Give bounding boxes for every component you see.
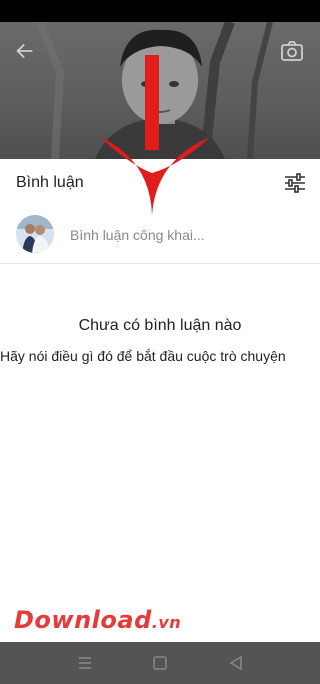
back-arrow-icon[interactable] [14, 40, 36, 62]
user-avatar[interactable] [16, 215, 54, 253]
back-triangle-icon[interactable] [227, 654, 245, 672]
comments-panel: Bình luận Chưa có bình luận nào Hãy nói … [0, 159, 320, 642]
comment-input-row [0, 207, 320, 264]
empty-state-subtitle: Hãy nói điều gì đó để bắt đầu cuộc trò c… [0, 348, 286, 364]
watermark-logo: Download.vn [14, 606, 181, 634]
status-bar [0, 0, 320, 22]
menu-icon[interactable] [76, 654, 94, 672]
system-nav-bar [0, 642, 320, 684]
watermark-tld: .vn [151, 613, 182, 632]
video-player[interactable] [0, 22, 320, 159]
panel-title: Bình luận [16, 174, 84, 191]
comment-input[interactable] [70, 224, 300, 246]
comments-header: Bình luận [0, 159, 320, 207]
empty-state-title: Chưa có bình luận nào [78, 317, 242, 334]
home-icon[interactable] [151, 654, 169, 672]
filter-sliders-icon[interactable] [284, 173, 306, 193]
watermark-text: Download [14, 606, 152, 634]
video-thumbnail [36, 22, 273, 159]
camera-icon[interactable] [280, 40, 304, 62]
